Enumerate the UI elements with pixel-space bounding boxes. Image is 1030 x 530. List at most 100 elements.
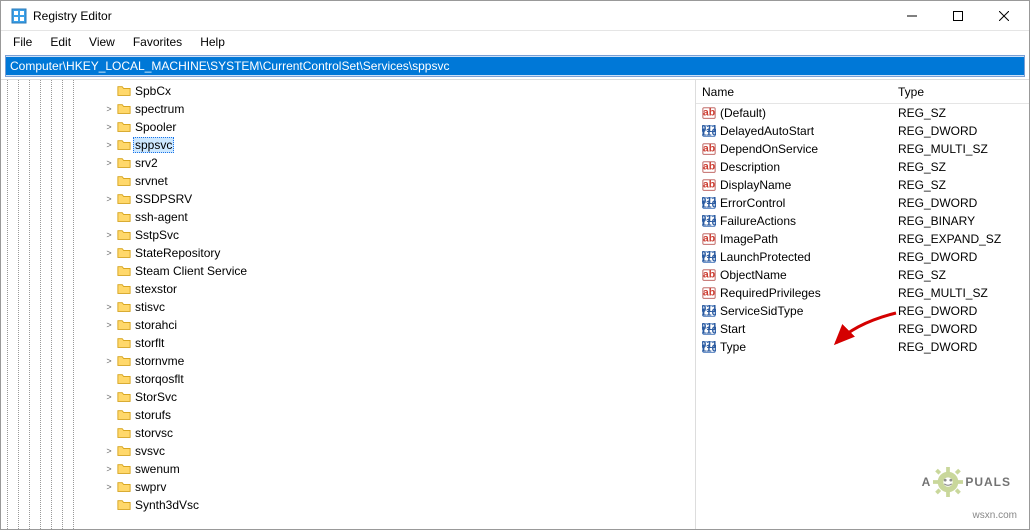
tree-item[interactable]: >srv2 bbox=[103, 154, 695, 172]
reg-ab-icon: ab bbox=[702, 160, 716, 174]
tree-item[interactable]: > StorSvc bbox=[103, 388, 695, 406]
tree-item[interactable]: >svsvc bbox=[103, 442, 695, 460]
reg-bin-icon: 011110 bbox=[702, 304, 716, 318]
tree-item[interactable]: >Spooler bbox=[103, 118, 695, 136]
values-panel[interactable]: Name Type ab(Default)REG_SZ011110Delayed… bbox=[696, 80, 1029, 529]
menu-favorites[interactable]: Favorites bbox=[125, 33, 190, 51]
tree-item[interactable]: >stisvc bbox=[103, 298, 695, 316]
value-row[interactable]: 011110ErrorControlREG_DWORD bbox=[696, 194, 1029, 212]
tree-item[interactable]: stexstor bbox=[103, 280, 695, 298]
value-row[interactable]: abImagePathREG_EXPAND_SZ bbox=[696, 230, 1029, 248]
tree-label: Synth3dVsc bbox=[133, 498, 201, 512]
tree-label: StorSvc bbox=[133, 390, 179, 404]
menu-help[interactable]: Help bbox=[192, 33, 233, 51]
value-row[interactable]: abDependOnServiceREG_MULTI_SZ bbox=[696, 140, 1029, 158]
close-button[interactable] bbox=[981, 1, 1027, 31]
expand-icon[interactable]: > bbox=[103, 302, 115, 312]
tree-label: storahci bbox=[133, 318, 179, 332]
column-name[interactable]: Name bbox=[702, 85, 898, 99]
reg-ab-icon: ab bbox=[702, 268, 716, 282]
expand-icon[interactable]: > bbox=[103, 122, 115, 132]
tree-item[interactable]: storqosflt bbox=[103, 370, 695, 388]
tree-guides bbox=[7, 80, 84, 529]
svg-text:110: 110 bbox=[702, 198, 716, 210]
menu-edit[interactable]: Edit bbox=[42, 33, 79, 51]
folder-icon bbox=[117, 228, 131, 242]
maximize-button[interactable] bbox=[935, 1, 981, 31]
tree-label: SstpSvc bbox=[133, 228, 181, 242]
folder-icon bbox=[117, 210, 131, 224]
tree-item[interactable]: >swprv bbox=[103, 478, 695, 496]
value-row[interactable]: abDisplayNameREG_SZ bbox=[696, 176, 1029, 194]
tree-item[interactable]: Synth3dVsc bbox=[103, 496, 695, 514]
minimize-button[interactable] bbox=[889, 1, 935, 31]
expand-icon[interactable]: > bbox=[103, 158, 115, 168]
expand-icon[interactable]: > bbox=[103, 104, 115, 114]
tree-label: spectrum bbox=[133, 102, 186, 116]
expand-icon[interactable]: > bbox=[103, 356, 115, 366]
expand-icon[interactable]: > bbox=[103, 446, 115, 456]
tree-item[interactable]: ssh-agent bbox=[103, 208, 695, 226]
titlebar: Registry Editor bbox=[1, 1, 1029, 31]
tree-item[interactable]: >SSDPSRV bbox=[103, 190, 695, 208]
expand-icon[interactable]: > bbox=[103, 392, 115, 402]
expand-icon[interactable]: > bbox=[103, 194, 115, 204]
value-type: REG_BINARY bbox=[898, 214, 1029, 228]
tree-item[interactable]: >sppsvc bbox=[103, 136, 695, 154]
svg-text:ab: ab bbox=[703, 161, 715, 173]
value-row[interactable]: ab(Default)REG_SZ bbox=[696, 104, 1029, 122]
expand-icon[interactable]: > bbox=[103, 140, 115, 150]
tree-item[interactable]: > StateRepository bbox=[103, 244, 695, 262]
tree-panel[interactable]: SpbCx > spectrum >Spooler>sppsvc>srv2 srvnet… bbox=[1, 80, 696, 529]
reg-bin-icon: 011110 bbox=[702, 322, 716, 336]
tree-item[interactable]: >swenum bbox=[103, 460, 695, 478]
folder-icon bbox=[117, 336, 131, 350]
menu-view[interactable]: View bbox=[81, 33, 123, 51]
folder-icon bbox=[117, 174, 131, 188]
value-row[interactable]: 011110FailureActionsREG_BINARY bbox=[696, 212, 1029, 230]
expand-icon[interactable]: > bbox=[103, 248, 115, 258]
expand-icon[interactable]: > bbox=[103, 464, 115, 474]
tree-label: srvnet bbox=[133, 174, 170, 188]
watermark: A PUALS bbox=[922, 467, 1011, 497]
expand-icon[interactable]: > bbox=[103, 320, 115, 330]
value-row[interactable]: abRequiredPrivilegesREG_MULTI_SZ bbox=[696, 284, 1029, 302]
value-row[interactable]: 011110StartREG_DWORD bbox=[696, 320, 1029, 338]
tree-label: StateRepository bbox=[133, 246, 222, 260]
tree-item[interactable]: storvsc bbox=[103, 424, 695, 442]
tree-item[interactable]: storufs bbox=[103, 406, 695, 424]
address-input[interactable] bbox=[6, 57, 1024, 75]
folder-icon bbox=[117, 102, 131, 116]
value-name: DelayedAutoStart bbox=[720, 124, 898, 138]
value-name: ObjectName bbox=[720, 268, 898, 282]
tree-item[interactable]: >stornvme bbox=[103, 352, 695, 370]
tree-item[interactable]: > spectrum bbox=[103, 100, 695, 118]
reg-ab-icon: ab bbox=[702, 178, 716, 192]
tree-item[interactable]: Steam Client Service bbox=[103, 262, 695, 280]
value-row[interactable]: 011110TypeREG_DWORD bbox=[696, 338, 1029, 356]
folder-icon bbox=[117, 192, 131, 206]
value-type: REG_MULTI_SZ bbox=[898, 286, 1029, 300]
reg-ab-icon: ab bbox=[702, 142, 716, 156]
tree-item[interactable]: > SstpSvc bbox=[103, 226, 695, 244]
folder-icon bbox=[117, 480, 131, 494]
value-row[interactable]: abObjectNameREG_SZ bbox=[696, 266, 1029, 284]
value-name: DependOnService bbox=[720, 142, 898, 156]
value-row[interactable]: abDescriptionREG_SZ bbox=[696, 158, 1029, 176]
menu-file[interactable]: File bbox=[5, 33, 40, 51]
value-type: REG_DWORD bbox=[898, 250, 1029, 264]
footer-site: wsxn.com bbox=[973, 510, 1017, 521]
value-row[interactable]: 011110ServiceSidTypeREG_DWORD bbox=[696, 302, 1029, 320]
tree-item[interactable]: SpbCx bbox=[103, 82, 695, 100]
expand-icon[interactable]: > bbox=[103, 230, 115, 240]
column-type[interactable]: Type bbox=[898, 85, 1029, 99]
value-name: Type bbox=[720, 340, 898, 354]
tree-item[interactable]: storflt bbox=[103, 334, 695, 352]
tree-item[interactable]: srvnet bbox=[103, 172, 695, 190]
value-row[interactable]: 011110DelayedAutoStartREG_DWORD bbox=[696, 122, 1029, 140]
tree-item[interactable]: > storahci bbox=[103, 316, 695, 334]
expand-icon[interactable]: > bbox=[103, 482, 115, 492]
reg-bin-icon: 011110 bbox=[702, 214, 716, 228]
value-row[interactable]: 011110LaunchProtectedREG_DWORD bbox=[696, 248, 1029, 266]
reg-bin-icon: 011110 bbox=[702, 340, 716, 354]
